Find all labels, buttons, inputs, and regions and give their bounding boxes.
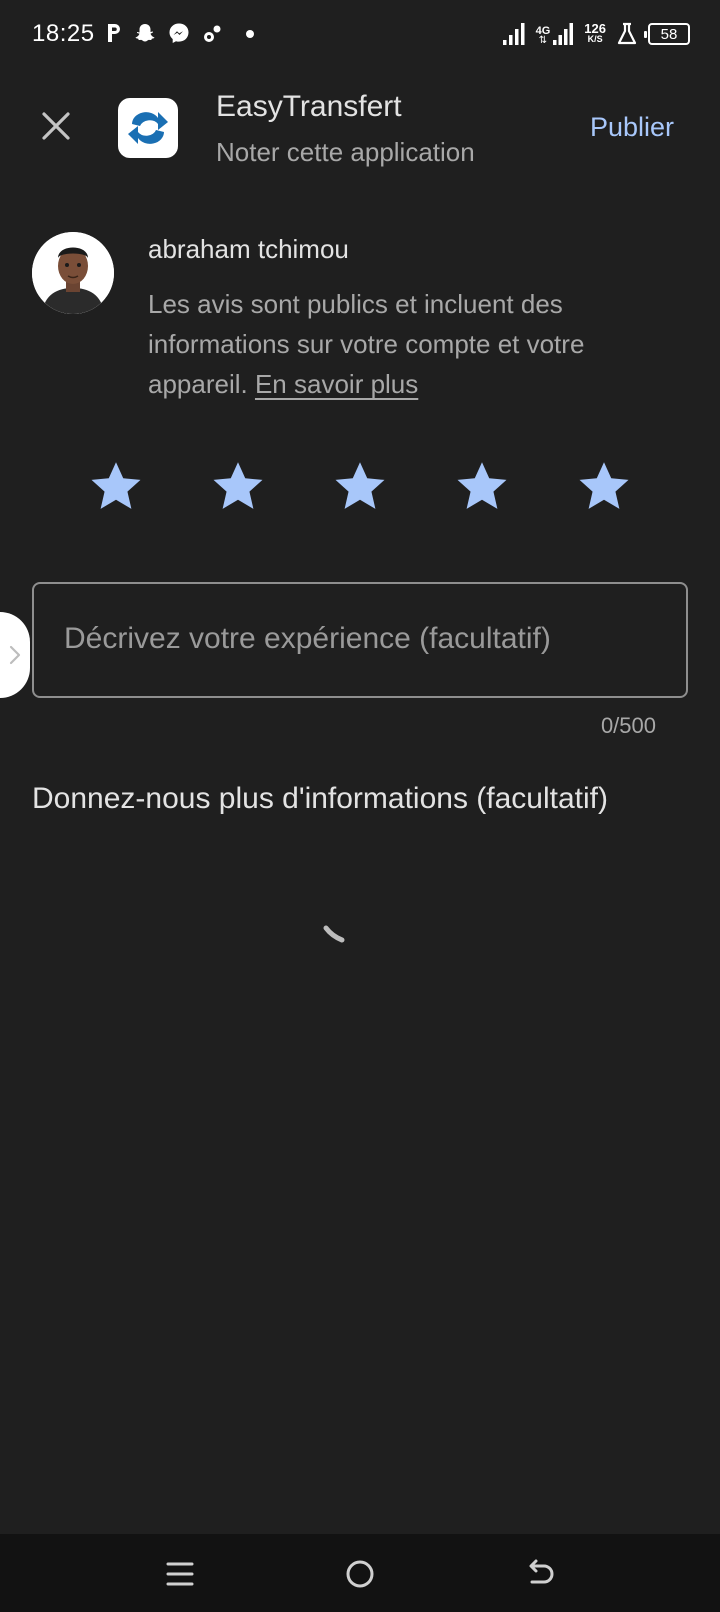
speed-unit: K/S [587,34,603,44]
signal-4g-icon: 4G ⇅ [536,22,575,46]
more-info-heading: Donnez-nous plus d'informations (faculta… [32,782,609,815]
parking-icon [108,24,120,42]
dot-icon [246,30,254,38]
avatar [32,232,114,314]
navigation-bar [0,1534,720,1612]
flask-icon [617,22,637,45]
star-1-icon[interactable] [88,458,144,514]
star-4-icon[interactable] [454,458,510,514]
messenger-icon [169,23,189,43]
loading-spinner-icon [323,925,345,943]
review-placeholder: Décrivez votre expérience (facultatif) [64,622,551,655]
status-bar: 18:25 4G ⇅ 126 K/S 58 [0,0,720,72]
menu-icon[interactable] [160,1554,200,1594]
app-icon [204,25,221,42]
review-disclaimer: Les avis sont publics et incluent des in… [148,284,668,404]
transfer-arrows-icon [128,112,168,144]
user-avatar-icon [32,232,114,314]
close-icon[interactable] [36,106,76,146]
signal-icon [502,23,525,45]
system-status-icons: 4G ⇅ 126 K/S 58 [502,22,690,46]
publish-button[interactable]: Publier [590,112,674,143]
app-logo [118,98,178,158]
chevron-right-icon [9,645,21,665]
app-name: EasyTransfert [216,90,402,123]
review-input[interactable]: Décrivez votre expérience (facultatif) [32,582,688,698]
battery-level: 58 [660,25,678,43]
speed-value: 126 [584,21,606,36]
star-rating [88,458,632,514]
user-name: abraham tchimou [148,234,349,264]
page-subtitle: Noter cette application [216,137,475,167]
character-counter: 0/500 [600,713,656,738]
star-3-icon[interactable] [332,458,388,514]
home-icon[interactable] [340,1554,380,1594]
data-speed-icon: 126 K/S [584,21,606,45]
star-2-icon[interactable] [210,458,266,514]
side-panel-handle[interactable] [0,612,30,698]
snapchat-icon [135,24,155,42]
status-time: 18:25 [32,20,95,47]
star-5-icon[interactable] [576,458,632,514]
back-icon[interactable] [520,1554,560,1594]
battery-icon: 58 [644,23,690,45]
learn-more-link[interactable]: En savoir plus [255,369,418,399]
notification-icons [106,22,258,44]
